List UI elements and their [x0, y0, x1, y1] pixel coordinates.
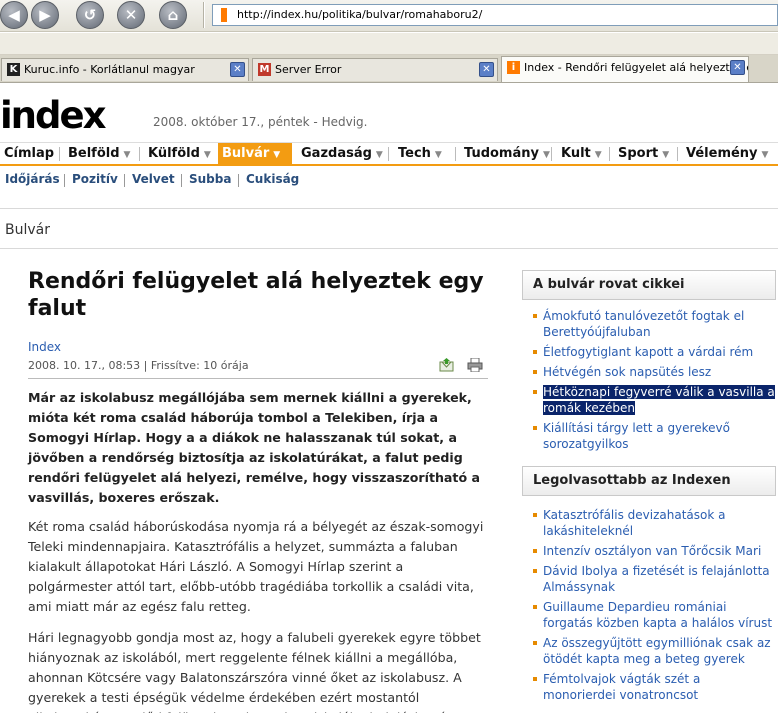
tab-close-icon[interactable]: ✕: [230, 62, 245, 77]
list-item[interactable]: Életfogytiglant kapott a várdai rém: [522, 344, 776, 360]
tab-label: Kuruc.info - Korlátlanul magyar: [24, 63, 195, 76]
bulvar-articles-heading: A bulvár rovat cikkei: [522, 270, 776, 300]
share-icon[interactable]: [439, 358, 454, 372]
chevron-down-icon: ▼: [375, 150, 383, 160]
tab-server-error[interactable]: M Server Error ✕: [252, 58, 498, 81]
list-item[interactable]: Guillaume Depardieu romániai forgatás kö…: [522, 599, 776, 631]
reload-icon[interactable]: ↺: [76, 1, 104, 29]
tab-label: Server Error: [275, 63, 342, 76]
article-lead: Már az iskolabusz megállójába sem mernek…: [28, 390, 480, 505]
subnav-item-pozitiv[interactable]: Pozitív: [72, 172, 118, 186]
nav-item-sport[interactable]: Sport ▼: [614, 143, 669, 165]
chevron-down-icon: ▼: [542, 150, 550, 160]
chevron-down-icon: ▼: [203, 150, 211, 160]
tab-close-icon[interactable]: ✕: [479, 62, 494, 77]
kuruc-favicon-icon: K: [7, 63, 20, 76]
nav-item-kulfold[interactable]: Külföld ▼: [144, 143, 211, 165]
chevron-down-icon: ▼: [594, 150, 602, 160]
tab-kuruc[interactable]: K Kuruc.info - Korlátlanul magyar ✕: [1, 58, 249, 81]
chevron-down-icon: ▼: [761, 150, 769, 160]
nav-item-kult[interactable]: Kult ▼: [557, 143, 602, 165]
toolbar-separator: [203, 2, 205, 28]
chevron-down-icon: ▼: [123, 150, 131, 160]
nav-item-tudomany[interactable]: Tudomány ▼: [460, 143, 550, 165]
address-url: http://index.hu/politika/bulvar/romahabo…: [237, 8, 483, 21]
bookmarks-strip: [0, 33, 778, 55]
divider: [0, 208, 778, 209]
chevron-down-icon: ▼: [662, 150, 670, 160]
nav-item-gazdasag[interactable]: Gazdaság ▼: [297, 143, 383, 165]
divider: [28, 378, 488, 379]
nav-item-belfold[interactable]: Belföld ▼: [64, 143, 130, 165]
date-line: 2008. október 17., péntek - Hedvig.: [153, 115, 368, 129]
site-favicon-icon: [221, 8, 227, 22]
nav-item-velemeny[interactable]: Vélemény ▼: [682, 143, 768, 165]
subnav-item-subba[interactable]: Subba: [189, 172, 231, 186]
list-item[interactable]: Intenzív osztályon van Tőrőcsik Mari: [522, 543, 776, 559]
tab-bar: K Kuruc.info - Korlátlanul magyar ✕ M Se…: [0, 55, 778, 83]
most-read-heading: Legolvasottabb az Indexen: [522, 466, 776, 496]
section-title: Bulvár: [5, 222, 50, 238]
subnav-item-cukisag[interactable]: Cukiság: [246, 172, 299, 186]
index-logo[interactable]: index: [0, 96, 106, 136]
main-nav: Címlap Belföld ▼ Külföld ▼ Bulvár ▼ Gazdasá…: [0, 142, 778, 166]
article-meta: 2008. 10. 17., 08:53 | Frissítve: 10 órá…: [28, 359, 249, 372]
gmail-favicon-icon: M: [258, 63, 271, 76]
subnav-item-idojaras[interactable]: Időjárás: [5, 172, 60, 186]
chevron-down-icon: ▼: [273, 150, 281, 160]
article-paragraph-1: Két roma család háborúskodása nyomja rá …: [28, 519, 484, 614]
chevron-down-icon: ▼: [434, 150, 442, 160]
subnav-item-velvet[interactable]: Velvet: [132, 172, 175, 186]
tab-label: Index - Rendőri felügyelet alá helyeztek…: [524, 61, 748, 74]
article-source-link[interactable]: Index: [28, 340, 61, 354]
article-title: Rendőri felügyelet alá helyeztek egy fal…: [28, 269, 484, 321]
browser-toolbar: ◀ ▶ ↺ ✕ ⌂ http://index.hu/politika/bulva…: [0, 0, 778, 32]
list-item[interactable]: Dávid Ibolya a fizetését is felajánlotta…: [522, 563, 776, 595]
forward-arrow-icon[interactable]: ▶: [31, 1, 59, 29]
article-paragraph-2: Hári legnagyobb gondja most az, hogy a f…: [28, 630, 481, 713]
nav-item-bulvar[interactable]: Bulvár ▼: [218, 143, 292, 165]
address-bar[interactable]: http://index.hu/politika/bulvar/romahabo…: [212, 4, 778, 26]
index-favicon-icon: i: [507, 61, 520, 74]
list-item[interactable]: Ámokfutó tanulóvezetőt fogtak el Beretty…: [522, 308, 776, 340]
list-item[interactable]: Kiállítási tárgy lett a gyerekevő soroza…: [522, 420, 776, 452]
print-icon[interactable]: [467, 358, 483, 372]
stop-icon[interactable]: ✕: [117, 1, 145, 29]
tab-index[interactable]: i Index - Rendőri felügyelet alá helyezt…: [501, 56, 749, 82]
nav-item-tech[interactable]: Tech ▼: [394, 143, 442, 165]
list-item[interactable]: Fémtolvajok vágták szét a monorierdei vo…: [522, 671, 776, 703]
divider: [0, 248, 778, 249]
tab-close-icon[interactable]: ✕: [730, 60, 745, 75]
back-arrow-icon[interactable]: ◀: [0, 1, 28, 29]
list-item[interactable]: Az összegyűjtött egymilliónak csak az öt…: [522, 635, 776, 667]
home-icon[interactable]: ⌂: [159, 1, 187, 29]
list-item-selected[interactable]: Hétköznapi fegyverré válik a vasvilla a …: [522, 384, 776, 416]
list-item[interactable]: Katasztrófális devizahatások a lakáshite…: [522, 507, 776, 539]
list-item[interactable]: Hétvégén sok napsütés lesz: [522, 364, 776, 380]
nav-item-cimlap[interactable]: Címlap: [0, 143, 54, 165]
